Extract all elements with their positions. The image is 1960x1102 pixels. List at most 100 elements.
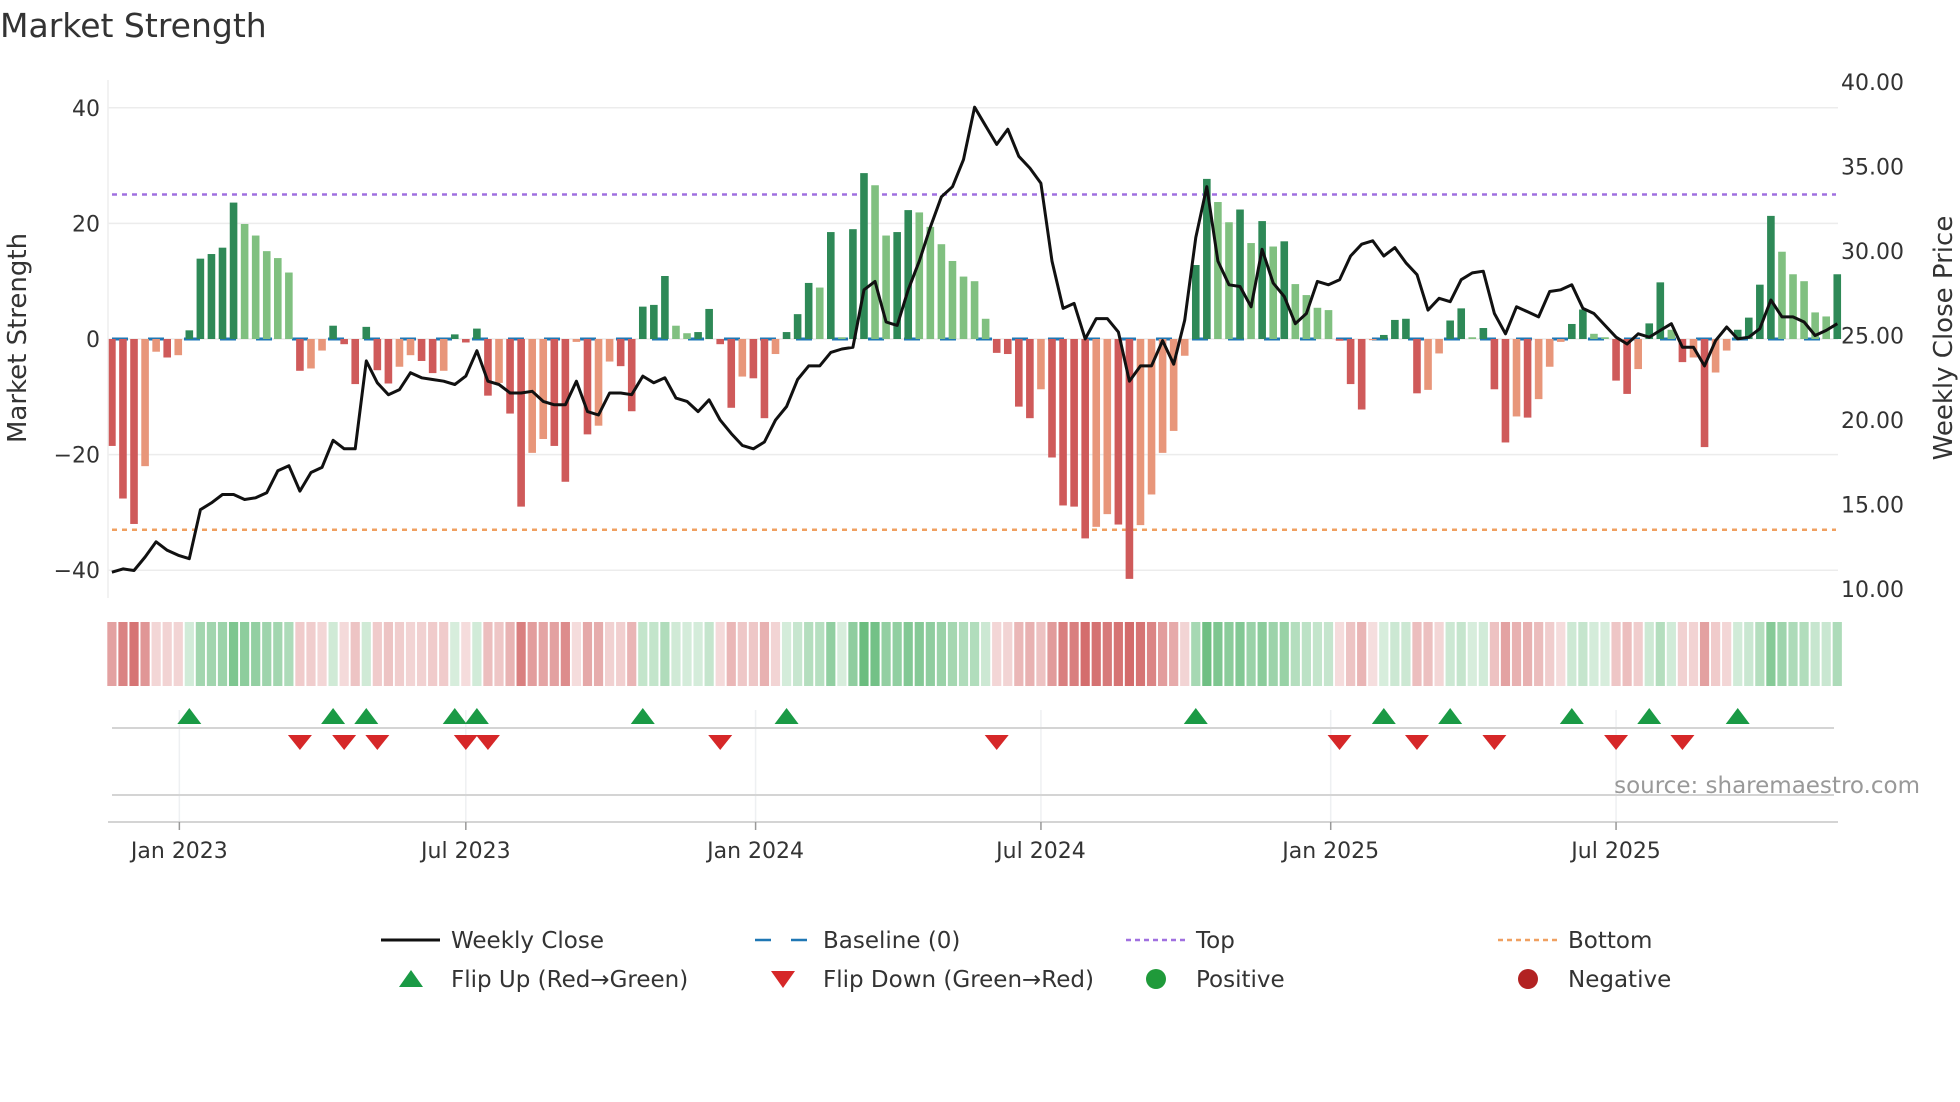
strength-bar — [904, 210, 913, 339]
legend-triangle-up-icon — [399, 970, 423, 987]
legend-circle-icon — [1146, 969, 1166, 989]
heat-strip-cell — [1500, 622, 1511, 686]
strength-bar — [804, 282, 813, 339]
heat-strip-cell — [892, 622, 902, 686]
strength-bar — [694, 332, 702, 339]
heat-strip-cell — [505, 622, 515, 686]
flip-down-marker — [1482, 735, 1507, 750]
strength-bar — [948, 260, 957, 339]
heat-strip-cell — [428, 622, 438, 686]
heat-strip-cell — [483, 622, 493, 686]
heat-strip-cell — [1069, 622, 1079, 686]
legend-triangle-down-icon — [771, 971, 795, 988]
heat-strip-cell — [527, 622, 537, 686]
heat-strip-cell — [1456, 622, 1466, 686]
strength-bar — [141, 339, 149, 467]
strength-bar — [937, 244, 946, 339]
heat-strip-cell — [1169, 622, 1179, 686]
heat-strip-cell — [737, 622, 747, 686]
heat-strip-cell — [1346, 622, 1356, 686]
strength-bar — [1534, 339, 1543, 400]
strength-bar — [196, 258, 205, 339]
flip-up-marker — [354, 708, 379, 724]
strength-bar — [1258, 221, 1266, 339]
strength-bar — [1380, 334, 1388, 339]
flip-down-marker — [287, 735, 312, 750]
heat-strip-cell — [1058, 622, 1068, 686]
strength-bar — [1324, 310, 1333, 339]
strength-bar — [1026, 339, 1034, 419]
flip-up-marker — [630, 708, 655, 724]
legend-label: Flip Down (Green→Red) — [823, 967, 1094, 993]
strength-bar — [1435, 339, 1443, 354]
heat-strip-cell — [394, 622, 405, 686]
y2-tick-label: 35.00 — [1841, 155, 1904, 180]
heat-strip-cell — [660, 622, 670, 686]
strength-bar — [274, 258, 282, 339]
heat-strip-cell — [1091, 622, 1101, 686]
heat-strip-cell — [881, 622, 891, 686]
strength-bar — [771, 339, 780, 355]
heat-strip-cell — [206, 622, 217, 686]
strength-bar — [1700, 339, 1709, 448]
heat-strip-cell — [295, 622, 305, 686]
strength-bar — [439, 339, 448, 371]
heat-strip-cell — [726, 622, 736, 686]
legend: Weekly Close Baseline (0) Top Bottom Flip Up… — [381, 928, 1671, 993]
strength-bar — [1512, 339, 1521, 417]
flip-down-marker — [332, 735, 357, 750]
flip-up-marker — [1725, 708, 1750, 724]
heat-strip-cell — [1124, 622, 1135, 686]
heat-strip-cell — [151, 622, 161, 686]
strength-bar — [1114, 339, 1123, 525]
strength-bar — [1545, 339, 1554, 367]
flip-up-marker — [177, 708, 202, 724]
heat-strip-cell — [1290, 622, 1300, 686]
heat-strip-cell — [981, 622, 991, 686]
strength-bar — [185, 330, 194, 339]
heat-strip-cell — [1478, 622, 1488, 686]
flip-up-marker — [1371, 708, 1396, 724]
strength-bar — [738, 339, 747, 377]
strength-bar — [1523, 339, 1532, 418]
heat-strip-cell — [184, 622, 194, 686]
heat-strip-cell — [925, 622, 935, 686]
y2-tick-label: 10.00 — [1841, 578, 1904, 603]
strength-bar — [871, 185, 879, 339]
heat-strip-cell — [217, 622, 228, 686]
strength-bar — [1634, 339, 1642, 370]
strength-bar — [207, 254, 216, 339]
heat-strip-cell — [704, 622, 714, 686]
heat-strip-cell — [958, 622, 969, 686]
strength-bar — [362, 326, 371, 339]
heat-strip-cell — [571, 622, 582, 686]
strength-heat-strip — [107, 622, 1842, 686]
heat-strip-cell — [1711, 622, 1721, 686]
heat-strip-cell — [1622, 622, 1632, 686]
strength-bar — [638, 306, 647, 339]
heat-strip-cell — [616, 622, 626, 686]
strength-bar — [318, 339, 326, 351]
strength-bar — [373, 339, 382, 371]
heat-strip-cell — [306, 622, 316, 686]
legend-label: Top — [1195, 928, 1235, 954]
strength-bar — [1048, 339, 1056, 458]
strength-bar — [417, 339, 426, 361]
strength-bar — [1590, 333, 1598, 339]
heat-strip-cell — [1545, 622, 1555, 686]
heat-strip-cell — [251, 622, 261, 686]
strength-bar — [981, 318, 990, 339]
strength-bar — [849, 229, 857, 339]
heat-strip-cell — [770, 622, 781, 686]
heat-strip-cell — [1423, 622, 1433, 686]
y-axis-label: Market Strength — [3, 233, 33, 443]
legend-label: Negative — [1568, 967, 1671, 993]
strength-bar — [1335, 339, 1344, 341]
heat-strip-cell — [748, 622, 758, 686]
strength-bar — [1501, 339, 1510, 443]
legend-label: Weekly Close — [451, 928, 604, 954]
strength-bar — [550, 339, 559, 446]
heat-strip-cell — [1312, 622, 1323, 686]
heat-strip-cell — [1146, 622, 1157, 686]
heat-strip-cell — [195, 622, 205, 686]
